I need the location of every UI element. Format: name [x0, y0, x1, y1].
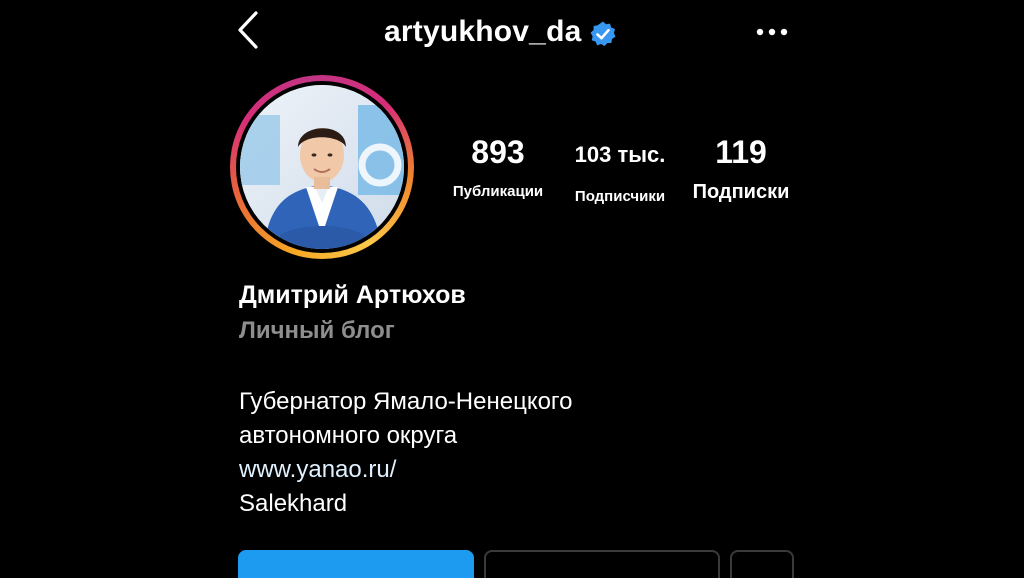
website-link[interactable]: www.yanao.ru/	[239, 453, 573, 487]
chevron-left-icon	[238, 11, 258, 49]
stat-followers[interactable]: 103 тыс. Подписчики	[562, 142, 678, 205]
profile-screen: artyukhov_da 893 Публикации 103 тыс. Под…	[0, 0, 1024, 578]
username-title: artyukhov_da	[384, 10, 617, 54]
bio-line: автономного округа	[239, 422, 458, 449]
stat-following[interactable]: 119 Подписки	[686, 134, 796, 204]
suggested-accounts-button[interactable]	[730, 550, 794, 578]
follow-button[interactable]	[238, 550, 474, 578]
profile-bio: Губернатор Ямало-Ненецкого автономного о…	[239, 385, 573, 521]
avatar	[240, 85, 404, 249]
verified-badge-icon	[589, 20, 617, 48]
following-label: Подписки	[692, 181, 790, 203]
profile-header: artyukhov_da	[0, 0, 1024, 70]
back-button[interactable]	[228, 8, 268, 52]
more-options-button[interactable]	[752, 20, 792, 44]
followers-count: 103 тыс.	[574, 142, 666, 167]
location-text: Salekhard	[239, 490, 348, 517]
following-count: 119	[715, 134, 767, 170]
posts-count: 893	[471, 134, 525, 170]
bio-line: Губернатор Ямало-Ненецкого	[239, 388, 573, 415]
followers-label: Подписчики	[574, 188, 666, 205]
profile-category: Личный блог	[239, 317, 395, 344]
username: artyukhov_da	[384, 15, 582, 48]
message-button[interactable]	[484, 550, 720, 578]
more-horizontal-icon	[756, 28, 788, 36]
posts-label: Публикации	[452, 183, 544, 200]
avatar-story-ring[interactable]	[230, 75, 414, 259]
stat-posts[interactable]: 893 Публикации	[440, 134, 556, 200]
profile-name: Дмитрий Артюхов	[239, 281, 466, 309]
